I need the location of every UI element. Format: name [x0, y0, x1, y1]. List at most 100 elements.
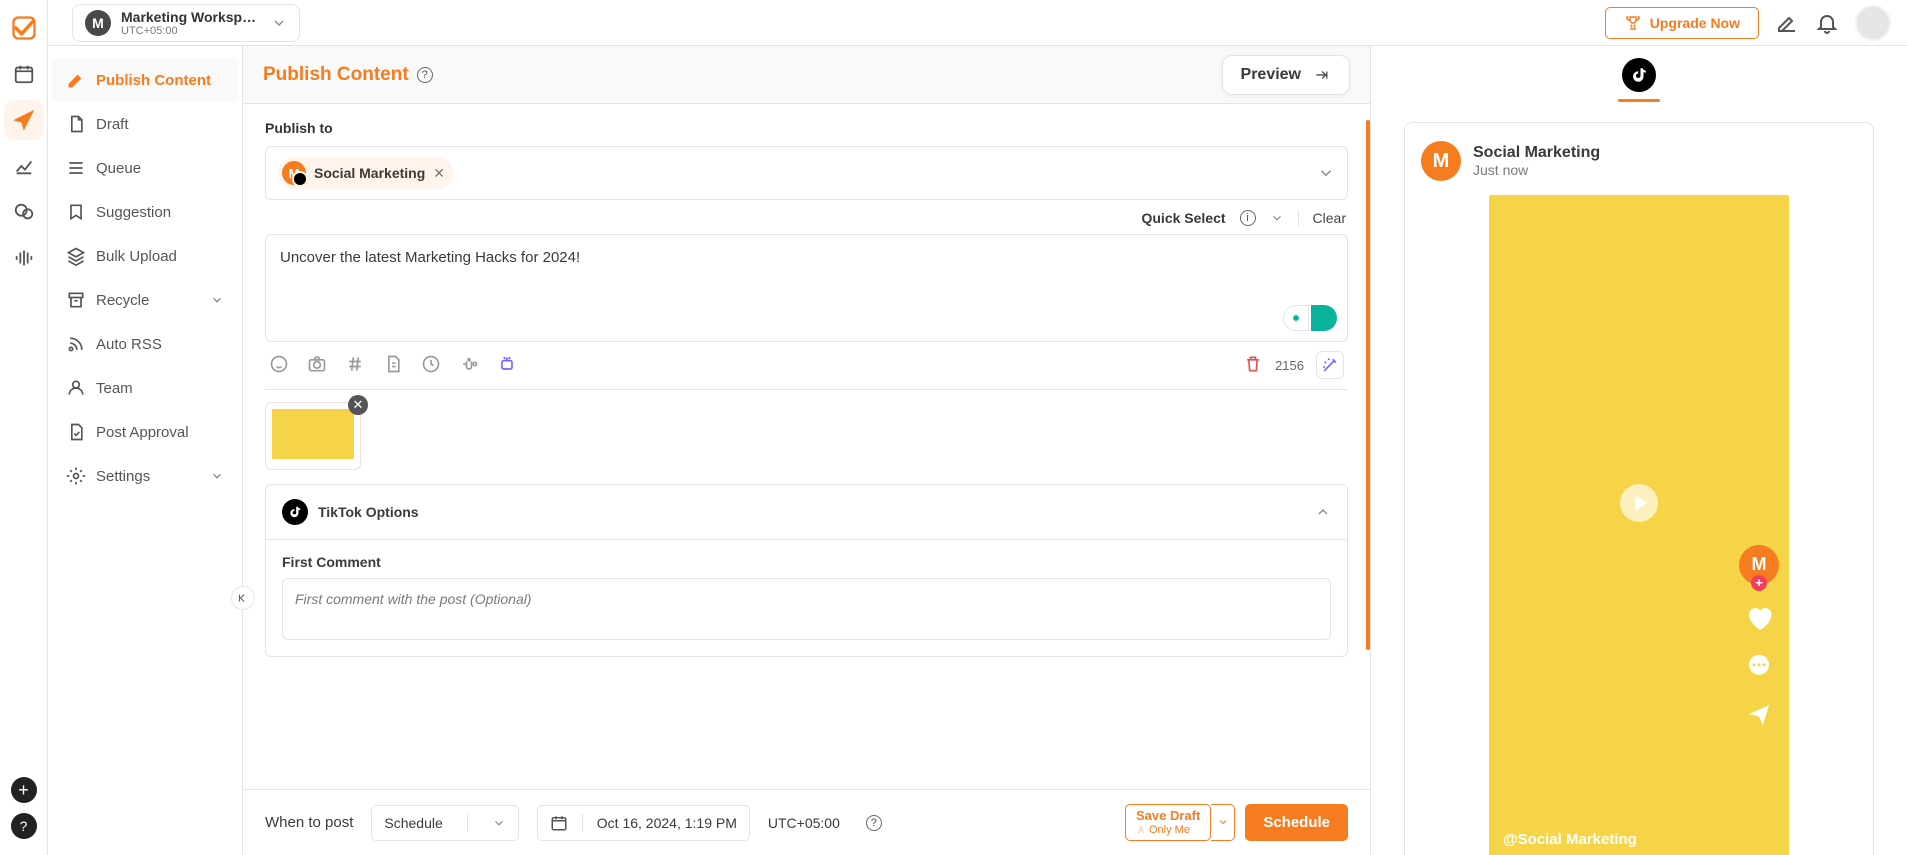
- play-icon: [1620, 484, 1658, 522]
- content-editor[interactable]: Uncover the latest Marketing Hacks for 2…: [265, 234, 1348, 342]
- nav-listen-icon[interactable]: [4, 238, 44, 278]
- remove-media-icon[interactable]: ✕: [348, 395, 368, 415]
- file-icon: [66, 114, 86, 134]
- sidebar-item-label: Recycle: [96, 292, 149, 309]
- schedule-mode-select[interactable]: Schedule: [371, 805, 518, 841]
- sidebar-item-label: Bulk Upload: [96, 248, 177, 265]
- sidebar-item-label: Post Approval: [96, 424, 189, 441]
- sidebar-item-label: Draft: [96, 116, 129, 133]
- user-avatar[interactable]: [1855, 5, 1891, 41]
- sidebar-item-approval[interactable]: Post Approval: [52, 410, 238, 454]
- layers-icon: [66, 246, 86, 266]
- template-icon[interactable]: [383, 354, 403, 377]
- help-button[interactable]: ?: [11, 813, 37, 839]
- ai-icon[interactable]: [497, 354, 517, 377]
- chevron-down-icon: [1317, 164, 1335, 182]
- first-comment-placeholder: First comment with the post (Optional): [295, 591, 532, 607]
- workspace-tz: UTC+05:00: [121, 25, 261, 37]
- collapse-sidebar-button[interactable]: [231, 586, 255, 610]
- workspace-name: Marketing Workspa...: [121, 9, 261, 25]
- sidebar-item-rss[interactable]: Auto RSS: [52, 322, 238, 366]
- camera-icon[interactable]: [307, 354, 327, 377]
- archive-icon: [66, 290, 86, 310]
- remove-account-icon[interactable]: ✕: [433, 165, 445, 182]
- save-draft-button[interactable]: Save Draft Only Me: [1125, 804, 1211, 840]
- schedule-button[interactable]: Schedule: [1245, 804, 1348, 841]
- sidebar-item-team[interactable]: Team: [52, 366, 238, 410]
- delete-icon[interactable]: [1243, 354, 1263, 377]
- bell-icon[interactable]: [1815, 11, 1839, 35]
- gear-icon: [66, 466, 86, 486]
- help-icon[interactable]: ?: [417, 67, 433, 83]
- schedule-mode-value: Schedule: [384, 815, 442, 831]
- calendar-icon: [550, 814, 568, 832]
- upgrade-label: Upgrade Now: [1650, 15, 1740, 31]
- tiktok-options-toggle[interactable]: TikTok Options: [266, 485, 1347, 540]
- nav-publish-icon[interactable]: [4, 100, 44, 140]
- save-draft-dropdown[interactable]: [1211, 804, 1235, 840]
- pencil-icon: [66, 70, 86, 90]
- tz-label: UTC+05:00: [768, 815, 840, 831]
- sidebar-item-bulk[interactable]: Bulk Upload: [52, 234, 238, 278]
- grammarly-widget[interactable]: [1283, 305, 1337, 331]
- divider: [1298, 210, 1299, 226]
- info-icon[interactable]: i: [1240, 210, 1256, 226]
- sidebar-item-publish[interactable]: Publish Content: [52, 58, 238, 102]
- sidebar-item-settings[interactable]: Settings: [52, 454, 238, 498]
- chevron-down-icon: [210, 293, 224, 307]
- chevron-down-icon[interactable]: [1270, 211, 1284, 225]
- preview-label: Preview: [1241, 66, 1301, 84]
- when-to-post-label: When to post: [265, 814, 353, 831]
- preview-avatar: M: [1421, 141, 1461, 181]
- chevron-down-icon: [210, 469, 224, 483]
- account-name: Social Marketing: [314, 165, 425, 181]
- sidebar-item-recycle[interactable]: Recycle: [52, 278, 238, 322]
- workspace-avatar: M: [85, 10, 111, 36]
- preview-time: Just now: [1473, 162, 1600, 178]
- sidebar-item-label: Team: [96, 380, 133, 397]
- add-button[interactable]: +: [11, 777, 37, 803]
- scrollbar[interactable]: [1366, 120, 1370, 650]
- workspace-selector[interactable]: M Marketing Workspa... UTC+05:00: [72, 4, 300, 42]
- sidebar-item-queue[interactable]: Queue: [52, 146, 238, 190]
- preview-button[interactable]: Preview: [1222, 55, 1350, 95]
- hashtag-icon[interactable]: [345, 354, 365, 377]
- datetime-value: Oct 16, 2024, 1:19 PM: [597, 815, 737, 831]
- sidebar-item-label: Auto RSS: [96, 336, 162, 353]
- magic-wand-icon[interactable]: [1316, 351, 1344, 379]
- compose-icon[interactable]: [1775, 11, 1799, 35]
- queue-icon: [66, 158, 86, 178]
- clear-button[interactable]: Clear: [1313, 210, 1346, 226]
- account-avatar: M: [282, 161, 306, 185]
- info-icon[interactable]: ?: [866, 815, 882, 831]
- bookmark-icon: [66, 202, 86, 222]
- nav-inbox-icon[interactable]: [4, 192, 44, 232]
- chevron-up-icon: [1315, 504, 1331, 520]
- attached-media-thumb[interactable]: ✕: [265, 402, 361, 470]
- sidebar-item-suggestion[interactable]: Suggestion: [52, 190, 238, 234]
- chevron-down-icon: [271, 15, 287, 31]
- arrow-right-icon: [1311, 68, 1331, 82]
- mock-handle: @Social Marketing: [1503, 831, 1729, 848]
- first-comment-input[interactable]: First comment with the post (Optional): [282, 578, 1331, 640]
- trophy-icon: [1624, 14, 1642, 32]
- nav-calendar-icon[interactable]: [4, 54, 44, 94]
- emoji-icon[interactable]: [269, 354, 289, 377]
- comment-icon: [1744, 651, 1774, 681]
- account-selector[interactable]: M Social Marketing ✕: [265, 146, 1348, 200]
- preview-tab-tiktok[interactable]: [1622, 58, 1656, 92]
- datetime-picker[interactable]: Oct 16, 2024, 1:19 PM: [537, 805, 750, 841]
- sidebar-item-draft[interactable]: Draft: [52, 102, 238, 146]
- sidebar-item-label: Suggestion: [96, 204, 171, 221]
- plug-icon[interactable]: [459, 354, 479, 377]
- upgrade-button[interactable]: Upgrade Now: [1605, 7, 1759, 39]
- sidebar-item-label: Publish Content: [96, 72, 211, 89]
- quick-select-button[interactable]: Quick Select: [1141, 210, 1225, 226]
- rss-icon: [66, 334, 86, 354]
- content-text: Uncover the latest Marketing Hacks for 2…: [280, 249, 1333, 266]
- heart-icon: [1744, 603, 1774, 633]
- nav-analytics-icon[interactable]: [4, 146, 44, 186]
- clock-icon[interactable]: [421, 354, 441, 377]
- tiktok-options-label: TikTok Options: [318, 504, 419, 520]
- publish-to-label: Publish to: [265, 120, 1348, 136]
